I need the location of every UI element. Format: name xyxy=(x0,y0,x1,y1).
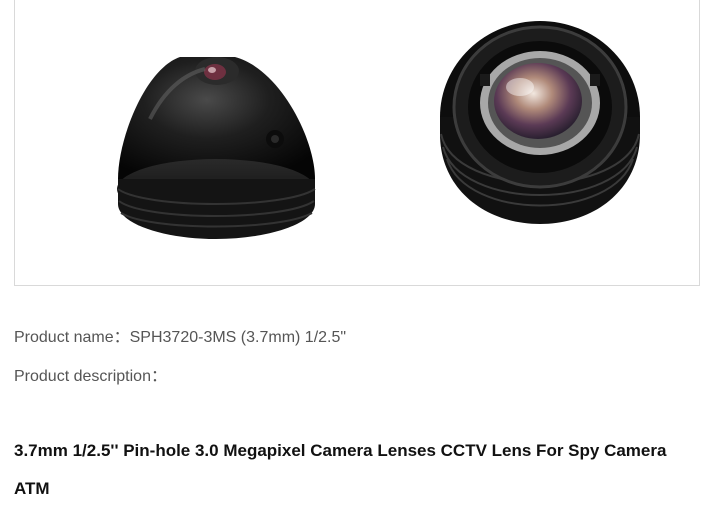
product-image-frame xyxy=(14,0,700,286)
product-name-label: Product name： xyxy=(14,329,130,346)
product-name-line: Product name：SPH3720-3MS (3.7mm) 1/2.5" xyxy=(14,323,346,347)
pinhole-lens-front-view xyxy=(440,21,640,224)
product-title: 3.7mm 1/2.5'' Pin-hole 3.0 Megapixel Cam… xyxy=(14,441,667,498)
pinhole-lens-side-view xyxy=(117,57,316,239)
product-description-label: Product description： xyxy=(14,368,167,385)
product-name-value: SPH3720-3MS (3.7mm) 1/2.5" xyxy=(129,329,347,346)
product-photo xyxy=(117,21,640,239)
